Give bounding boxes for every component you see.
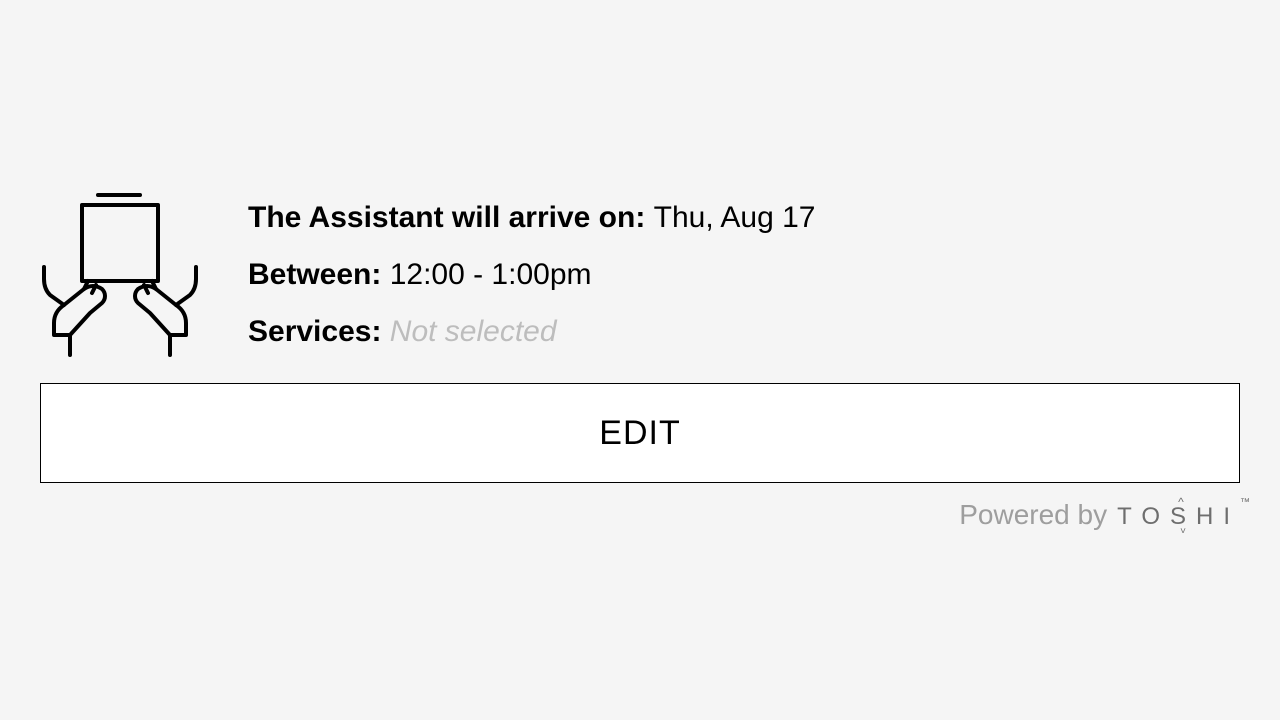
brand-logo: TOSHI ^ ˅ ™ xyxy=(1117,503,1240,531)
between-label: Between: xyxy=(248,258,390,291)
arrival-value: Thu, Aug 17 xyxy=(654,201,816,234)
services-value: Not selected xyxy=(390,315,557,348)
between-value: 12:00 - 1:00pm xyxy=(390,258,592,291)
services-label: Services: xyxy=(248,315,390,348)
brand-sub-caret-icon: ˅ xyxy=(1180,526,1186,537)
arrival-label: The Assistant will arrive on: xyxy=(248,201,654,234)
arrival-line: The Assistant will arrive on: Thu, Aug 1… xyxy=(248,198,815,237)
powered-by-footer: Powered by TOSHI ^ ˅ ™ xyxy=(40,499,1240,531)
delivery-details: The Assistant will arrive on: Thu, Aug 1… xyxy=(248,198,815,351)
between-line: Between: 12:00 - 1:00pm xyxy=(248,255,815,294)
delivery-summary: The Assistant will arrive on: Thu, Aug 1… xyxy=(40,189,1240,359)
powered-by-label: Powered by xyxy=(959,499,1107,531)
hands-package-icon xyxy=(40,189,200,359)
brand-caret-icon: ^ xyxy=(1178,495,1184,509)
services-line: Services: Not selected xyxy=(248,312,815,351)
trademark-icon: ™ xyxy=(1240,497,1250,508)
edit-button[interactable]: EDIT xyxy=(40,383,1240,483)
